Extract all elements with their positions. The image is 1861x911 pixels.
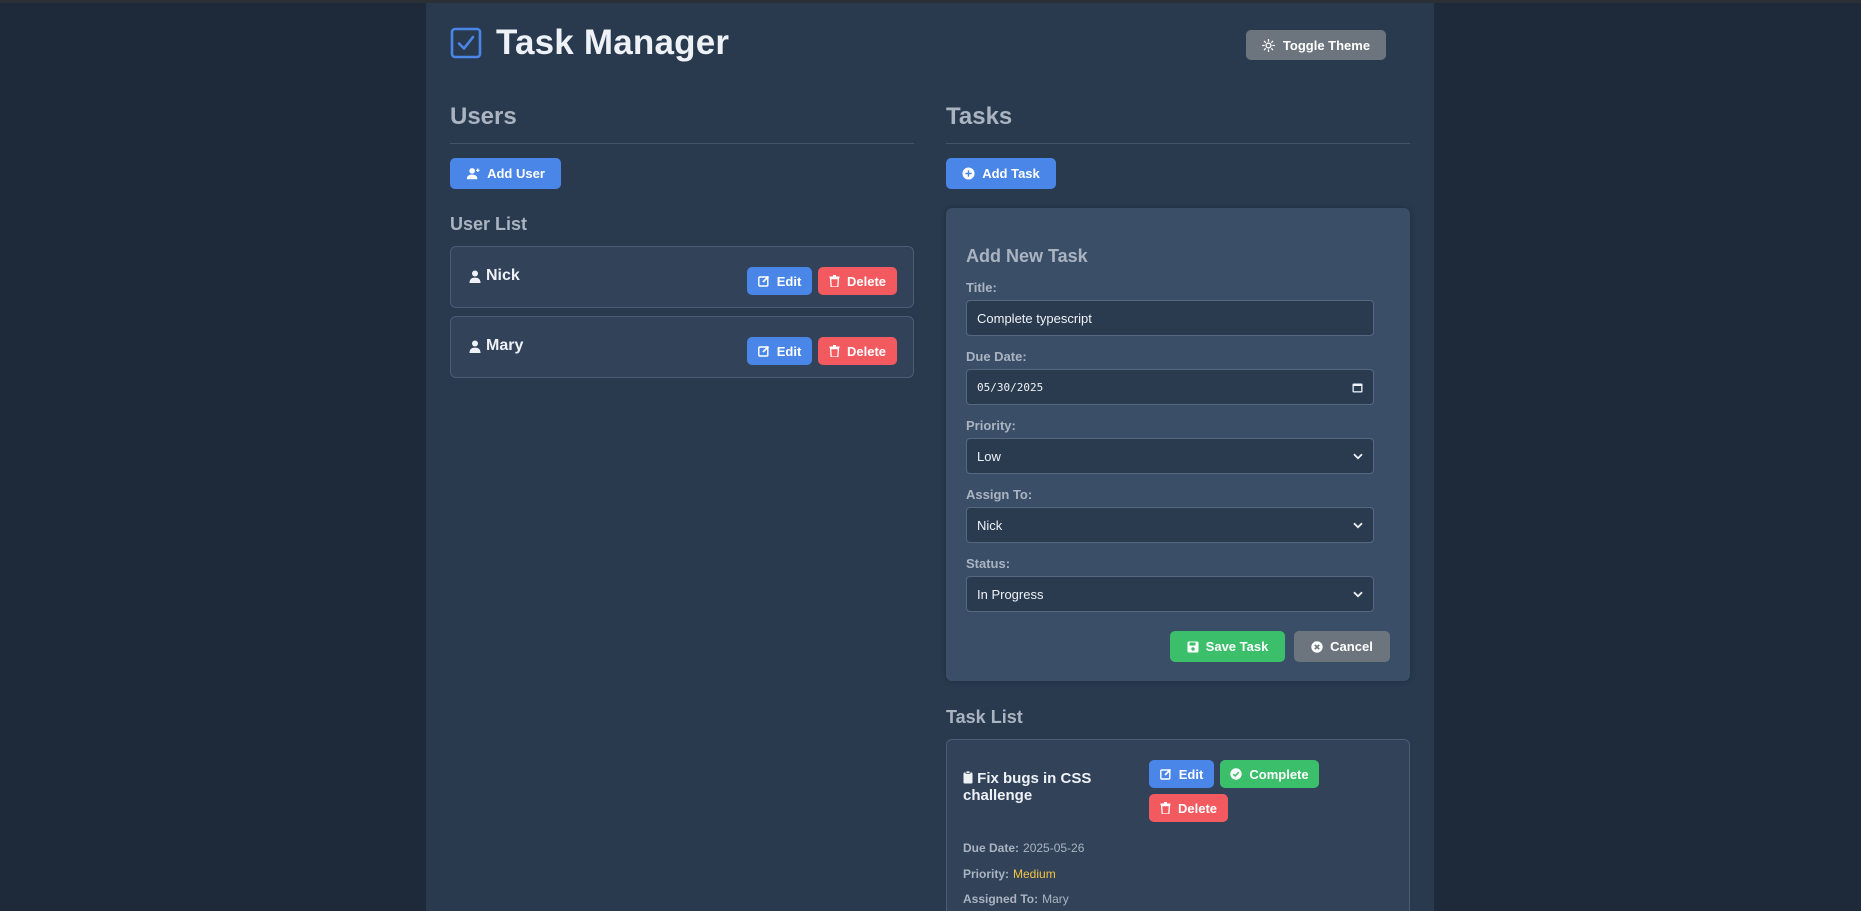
edit-user-button[interactable]: Edit bbox=[747, 267, 812, 295]
edit-icon bbox=[1159, 768, 1171, 780]
app-header: Task Manager Toggle Theme bbox=[450, 21, 1410, 69]
user-name: Nick bbox=[469, 267, 520, 285]
plus-circle-icon bbox=[962, 167, 975, 180]
status-select[interactable]: In Progress bbox=[966, 576, 1374, 612]
add-user-label: Add User bbox=[487, 166, 545, 181]
complete-task-button[interactable]: Complete bbox=[1220, 760, 1319, 788]
add-task-form: Add New Task Title: Complete typescript … bbox=[946, 208, 1410, 681]
chevron-down-icon bbox=[1353, 453, 1363, 459]
delete-task-button[interactable]: Delete bbox=[1149, 794, 1228, 822]
toggle-theme-button[interactable]: Toggle Theme bbox=[1246, 30, 1386, 60]
user-list-title: User List bbox=[450, 214, 528, 234]
form-title: Add New Task bbox=[966, 246, 1088, 266]
edit-icon bbox=[757, 345, 769, 357]
chevron-down-icon bbox=[1353, 591, 1363, 597]
user-plus-icon bbox=[466, 168, 480, 180]
edit-task-button[interactable]: Edit bbox=[1149, 760, 1214, 788]
checkbox-logo-icon bbox=[450, 27, 482, 59]
add-task-button[interactable]: Add Task bbox=[946, 158, 1056, 189]
calendar-icon[interactable] bbox=[1352, 382, 1363, 393]
edit-icon bbox=[757, 275, 769, 287]
user-name: Mary bbox=[469, 337, 523, 355]
toggle-theme-label: Toggle Theme bbox=[1282, 37, 1371, 53]
user-card: Nick Edit Delete bbox=[450, 246, 914, 308]
due-date-input[interactable]: 05/30/2025 bbox=[966, 369, 1374, 405]
user-card: Mary Edit Delete bbox=[450, 316, 914, 378]
check-circle-icon bbox=[1230, 768, 1243, 780]
users-heading: Users bbox=[450, 103, 914, 144]
priority-select[interactable]: Low bbox=[966, 438, 1374, 474]
add-user-button[interactable]: Add User bbox=[450, 158, 561, 189]
app-container: Task Manager Toggle Theme Users Add User… bbox=[426, 3, 1434, 911]
status-label: Status: bbox=[966, 556, 1011, 571]
close-circle-icon bbox=[1311, 640, 1323, 653]
edit-user-button[interactable]: Edit bbox=[747, 337, 812, 365]
due-date-label: Due Date: bbox=[966, 349, 1027, 364]
task-assignee: Assigned To: Mary bbox=[963, 892, 1069, 906]
page-title: Task Manager bbox=[496, 23, 730, 62]
task-priority: Priority: Medium bbox=[963, 867, 1056, 881]
priority-badge: Medium bbox=[1013, 867, 1056, 881]
assign-to-label: Assign To: bbox=[966, 487, 1033, 502]
add-task-label: Add Task bbox=[982, 166, 1040, 181]
tasks-heading: Tasks bbox=[946, 103, 1410, 144]
task-list-title: Task List bbox=[946, 707, 1023, 727]
save-task-button[interactable]: Save Task bbox=[1170, 631, 1285, 662]
delete-user-button[interactable]: Delete bbox=[818, 337, 897, 365]
priority-label: Priority: bbox=[966, 418, 1016, 433]
user-icon bbox=[469, 340, 481, 353]
cancel-button[interactable]: Cancel bbox=[1294, 631, 1390, 662]
save-icon bbox=[1187, 641, 1199, 652]
title-input[interactable]: Complete typescript bbox=[966, 300, 1374, 336]
task-due-date: Due Date: 2025-05-26 bbox=[963, 841, 1085, 855]
trash-icon bbox=[1160, 802, 1171, 814]
title-label: Title: bbox=[966, 280, 997, 295]
sun-icon bbox=[1261, 38, 1275, 52]
task-title: Fix bugs in CSS challenge bbox=[963, 770, 1092, 804]
clipboard-icon bbox=[963, 770, 973, 784]
users-section: Users Add User User List Nick Edit Delet… bbox=[450, 103, 914, 378]
chevron-down-icon bbox=[1353, 522, 1363, 528]
assign-to-select[interactable]: Nick bbox=[966, 507, 1374, 543]
delete-user-button[interactable]: Delete bbox=[818, 267, 897, 295]
tasks-section: Tasks Add Task Add New Task Title: Compl… bbox=[946, 103, 1410, 911]
user-icon bbox=[469, 270, 481, 283]
task-card: Fix bugs in CSS challenge Edit Complete bbox=[946, 739, 1410, 911]
trash-icon bbox=[829, 275, 840, 287]
trash-icon bbox=[829, 345, 840, 357]
